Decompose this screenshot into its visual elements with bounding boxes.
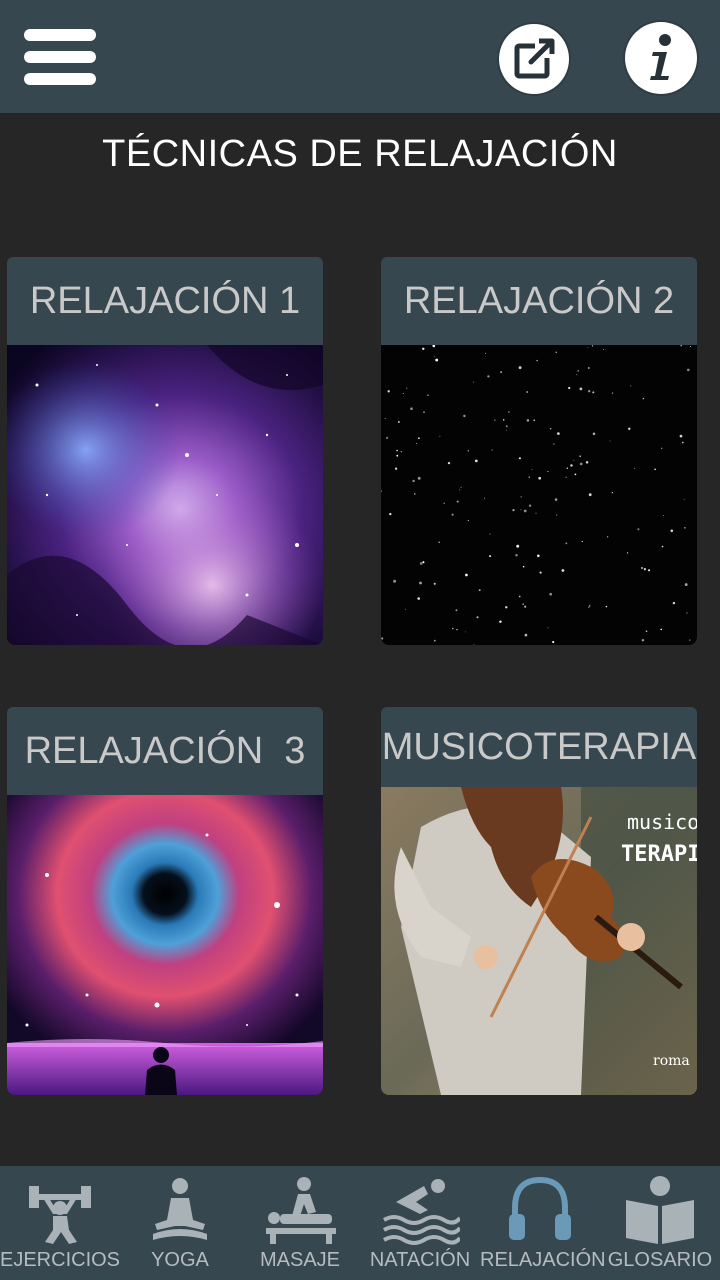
purple-nebula-image: [7, 345, 323, 645]
nav-label: MASAJE: [259, 1249, 341, 1271]
nav-relajacion[interactable]: RELAJACIÓN: [480, 1166, 606, 1280]
card-title: RELAJACIÓN 3: [7, 707, 323, 795]
card-relajacion-1[interactable]: RELAJACIÓN 1: [7, 257, 323, 645]
image-text-musico: musico: [627, 810, 697, 834]
card-relajacion-2[interactable]: RELAJACIÓN 2: [381, 257, 697, 645]
card-musicoterapia[interactable]: MUSICOTERAPIA musico TERAPI roma: [381, 707, 697, 1095]
nav-natacion[interactable]: NATACIÓN: [360, 1166, 480, 1280]
massage-icon: [266, 1177, 336, 1244]
card-relajacion-3[interactable]: RELAJACIÓN 3: [7, 707, 323, 1095]
top-app-bar: [0, 0, 720, 113]
nav-label: EJERCICIOS: [0, 1249, 121, 1271]
nav-label: RELAJACIÓN: [480, 1249, 606, 1271]
image-text-roma: roma: [653, 1053, 690, 1069]
reader-icon: [626, 1176, 694, 1244]
headphones-icon: [509, 1176, 571, 1240]
card-title: MUSICOTERAPIA: [381, 707, 697, 787]
card-title: RELAJACIÓN 2: [381, 257, 697, 345]
nav-yoga[interactable]: YOGA: [120, 1166, 240, 1280]
card-title: RELAJACIÓN 1: [7, 257, 323, 345]
nav-label: NATACIÓN: [369, 1249, 471, 1271]
swimmer-icon: [382, 1179, 460, 1245]
yoga-icon: [153, 1178, 207, 1240]
info-icon[interactable]: [625, 22, 697, 94]
starfield-image: [381, 345, 697, 645]
nav-masaje[interactable]: MASAJE: [240, 1166, 360, 1280]
nav-glosario[interactable]: GLOSARIO: [600, 1166, 720, 1280]
external-link-icon[interactable]: [499, 24, 569, 94]
nav-ejercicios[interactable]: EJERCICIOS: [0, 1166, 120, 1280]
nav-label: YOGA: [151, 1249, 209, 1271]
cosmic-eye-image: [7, 795, 323, 1095]
weightlifter-icon: [29, 1186, 91, 1244]
hamburger-icon[interactable]: [24, 29, 96, 85]
image-text-terapia: TERAPIA: [621, 842, 697, 867]
violinist-image: musico TERAPIA roma: [381, 787, 697, 1095]
nav-label: GLOSARIO: [607, 1249, 713, 1271]
bottom-navigation: EJERCICIOS YOGA MASAJE NATACIÓN RELAJACI…: [0, 1166, 720, 1280]
page-title: TÉCNICAS DE RELAJACIÓN: [102, 133, 618, 175]
